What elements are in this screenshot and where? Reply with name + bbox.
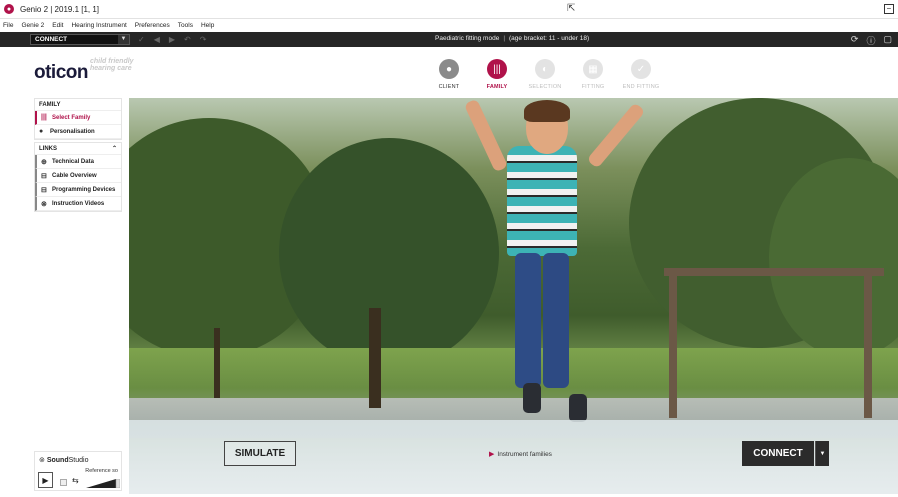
selection-icon: ◐ — [535, 59, 555, 79]
triangle-right-icon: ▶ — [489, 451, 495, 458]
step-family[interactable]: ||| FAMILY — [473, 59, 521, 90]
sidebar-item-label: Select Family — [52, 114, 91, 121]
oticon-logo: oticon — [34, 62, 89, 83]
sidebar-item-instruction-videos[interactable]: ⊗ Instruction Videos — [35, 197, 121, 211]
hero-image: SIMULATE ▶ Instrument families CONNECT ▼ — [129, 98, 898, 494]
volume-up-icon[interactable]: ▶ — [169, 35, 175, 44]
title-bar: ● Genio 2 | 2019.1 [1, 1] ⇱ – — [0, 0, 898, 19]
video-icon: ⊗ — [41, 200, 47, 208]
family-icon: ||| — [41, 114, 47, 121]
menu-preferences[interactable]: Preferences — [135, 22, 170, 29]
step-end-fitting-label: END FITTING — [622, 84, 660, 90]
age-bracket-label: (age bracket: 11 - under 18) — [509, 35, 590, 42]
volume-slider[interactable] — [86, 479, 120, 488]
swap-icon[interactable]: ⇆ — [72, 476, 82, 487]
play-icon: ▶ — [42, 475, 49, 485]
check-icon: ✓ — [631, 59, 651, 79]
sidebar-item-label: Cable Overview — [52, 172, 97, 179]
child-friendly-badge: child friendly hearing care — [90, 58, 134, 72]
fitting-mode-label: Paediatric fitting mode — [435, 35, 500, 42]
connect-dropdown[interactable]: CONNECT ▼ — [30, 34, 130, 45]
person-icon: ● — [439, 59, 459, 79]
sidebar-item-cable-overview[interactable]: ⊟ Cable Overview — [35, 169, 121, 183]
instrument-families-label: Instrument families — [497, 450, 552, 458]
volume-down-icon[interactable]: ◀ — [154, 35, 160, 44]
step-fitting[interactable]: ▦ FITTING — [569, 59, 617, 90]
menu-file[interactable]: File — [3, 22, 13, 29]
family-icon: ||| — [487, 59, 507, 79]
links-panel: LINKS ⌃ ⊕ Technical Data ⊟ Cable Overvie… — [34, 142, 122, 212]
sidebar-item-label: Instruction Videos — [52, 200, 105, 207]
step-client-label: CLIENT — [438, 84, 460, 90]
headphones-icon: ⊚ — [39, 457, 45, 464]
connect-options-button[interactable]: ▼ — [815, 441, 829, 466]
sidebar-item-programming-devices[interactable]: ⊟ Programming Devices — [35, 183, 121, 197]
step-fitting-label: FITTING — [581, 84, 605, 90]
instrument-families-link[interactable]: ▶ Instrument families — [489, 450, 552, 459]
redo-icon[interactable]: ↷ — [200, 35, 207, 44]
sync-icon[interactable]: ⟳ — [851, 34, 859, 47]
step-selection[interactable]: ◐ SELECTION — [521, 59, 569, 90]
step-family-label: FAMILY — [486, 84, 508, 90]
menu-bar: File Genie 2 Edit Hearing Instrument Pre… — [0, 19, 898, 32]
menu-tools[interactable]: Tools — [178, 22, 193, 29]
menu-hearing-instrument[interactable]: Hearing Instrument — [71, 22, 126, 29]
simulate-button[interactable]: SIMULATE — [224, 441, 296, 466]
menu-genie2[interactable]: Genie 2 — [21, 22, 44, 29]
sidebar-item-label: Personalisation — [50, 128, 95, 135]
header: oticon child friendly hearing care ● CLI… — [0, 47, 898, 98]
step-selection-label: SELECTION — [528, 84, 562, 90]
family-panel: FAMILY ||| Select Family ● Personalisati… — [34, 98, 122, 140]
connect-button[interactable]: CONNECT — [742, 441, 814, 466]
sidebar-item-label: Programming Devices — [52, 186, 116, 193]
person-icon: ● — [39, 128, 44, 135]
play-button[interactable]: ▶ — [38, 472, 53, 488]
stop-button[interactable] — [60, 479, 67, 486]
sidebar-item-personalisation[interactable]: ● Personalisation — [35, 125, 121, 139]
chevron-down-icon: ▼ — [819, 450, 826, 457]
step-client[interactable]: ● CLIENT — [425, 59, 473, 90]
window-title: Genio 2 | 2019.1 [1, 1] — [20, 4, 100, 14]
sidebar-item-technical-data[interactable]: ⊕ Technical Data — [35, 155, 121, 169]
check-tool-icon[interactable]: ✓ — [138, 35, 145, 44]
chat-icon[interactable]: ▢ — [883, 34, 892, 47]
mouse-cursor-icon: ⇱ — [567, 3, 576, 14]
step-end-fitting[interactable]: ✓ END FITTING — [617, 59, 665, 90]
chevron-up-icon[interactable]: ⌃ — [112, 145, 117, 152]
sidebar-item-label: Technical Data — [52, 158, 94, 165]
device-icon: ⊟ — [41, 186, 47, 194]
undo-icon[interactable]: ↶ — [184, 35, 191, 44]
minimize-button[interactable]: – — [884, 4, 894, 14]
fitting-icon: ▦ — [583, 59, 603, 79]
family-header: FAMILY — [35, 99, 121, 111]
chevron-down-icon[interactable]: ▼ — [118, 35, 129, 44]
connect-dropdown-label: CONNECT — [35, 36, 68, 43]
cable-icon: ⊟ — [41, 172, 47, 180]
reference-sound-label: Reference so — [85, 468, 118, 474]
info-icon[interactable]: ⓘ — [866, 34, 875, 47]
sound-studio-title: ⊚ SoundStudio — [39, 457, 89, 464]
sound-studio-panel: ⊚ SoundStudio Reference so ▶ ⇆ — [34, 451, 122, 491]
app-logo-icon: ● — [4, 4, 14, 14]
sidebar: FAMILY ||| Select Family ● Personalisati… — [34, 98, 122, 494]
fitting-mode-indicator: Paediatric fitting mode | (age bracket: 11… — [435, 35, 590, 42]
menu-edit[interactable]: Edit — [52, 22, 63, 29]
links-header[interactable]: LINKS ⌃ — [35, 143, 121, 155]
globe-icon: ⊕ — [41, 158, 47, 166]
sidebar-item-select-family[interactable]: ||| Select Family — [35, 111, 121, 125]
menu-help[interactable]: Help — [201, 22, 214, 29]
workflow-steps: ● CLIENT ||| FAMILY ◐ SELECTION ▦ FITTIN… — [425, 59, 665, 90]
